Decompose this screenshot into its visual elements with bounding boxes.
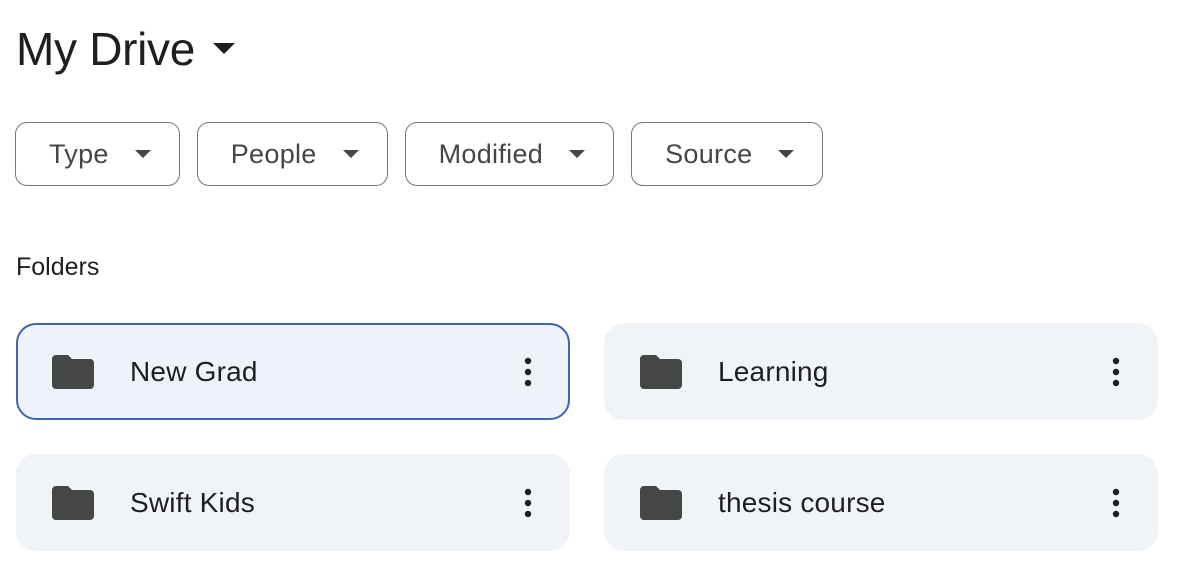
arrow-drop-down-icon — [342, 150, 359, 158]
filter-chips: Type People Modified Source — [15, 122, 824, 186]
folder-name: thesis course — [718, 486, 886, 518]
arrow-drop-down-icon — [213, 43, 236, 54]
folder-name: New Grad — [130, 355, 258, 387]
folder-icon — [640, 354, 682, 389]
filter-chip-label: Source — [665, 138, 753, 169]
folder-card-new-grad[interactable]: New Grad — [16, 323, 570, 420]
folder-card-thesis-course[interactable]: thesis course — [604, 454, 1158, 551]
more-vert-icon[interactable] — [516, 483, 540, 523]
filter-chip-label: Modified — [438, 138, 544, 169]
filter-chip-type[interactable]: Type — [15, 122, 180, 186]
filter-chip-modified[interactable]: Modified — [404, 122, 615, 186]
folder-icon — [52, 485, 94, 520]
arrow-drop-down-icon — [778, 150, 795, 158]
folders-section-heading: Folders — [16, 253, 100, 281]
folder-card-learning[interactable]: Learning — [604, 323, 1158, 420]
arrow-drop-down-icon — [569, 150, 586, 158]
filter-chip-label: People — [230, 138, 317, 169]
arrow-drop-down-icon — [134, 150, 151, 158]
folders-grid: New Grad Learning Swift Kids thesis cour… — [16, 323, 1158, 551]
folder-icon — [52, 354, 94, 389]
page-title: My Drive — [16, 23, 196, 75]
filter-chip-source[interactable]: Source — [631, 122, 824, 186]
folder-icon — [640, 485, 682, 520]
folder-name: Swift Kids — [130, 486, 255, 518]
my-drive-title-dropdown[interactable]: My Drive — [16, 20, 236, 78]
filter-chip-label: Type — [49, 138, 109, 169]
more-vert-icon[interactable] — [1104, 352, 1128, 392]
filter-chip-people[interactable]: People — [196, 122, 388, 186]
folder-card-swift-kids[interactable]: Swift Kids — [16, 454, 570, 551]
more-vert-icon[interactable] — [1104, 483, 1128, 523]
folder-name: Learning — [718, 355, 829, 387]
more-vert-icon[interactable] — [516, 352, 540, 392]
